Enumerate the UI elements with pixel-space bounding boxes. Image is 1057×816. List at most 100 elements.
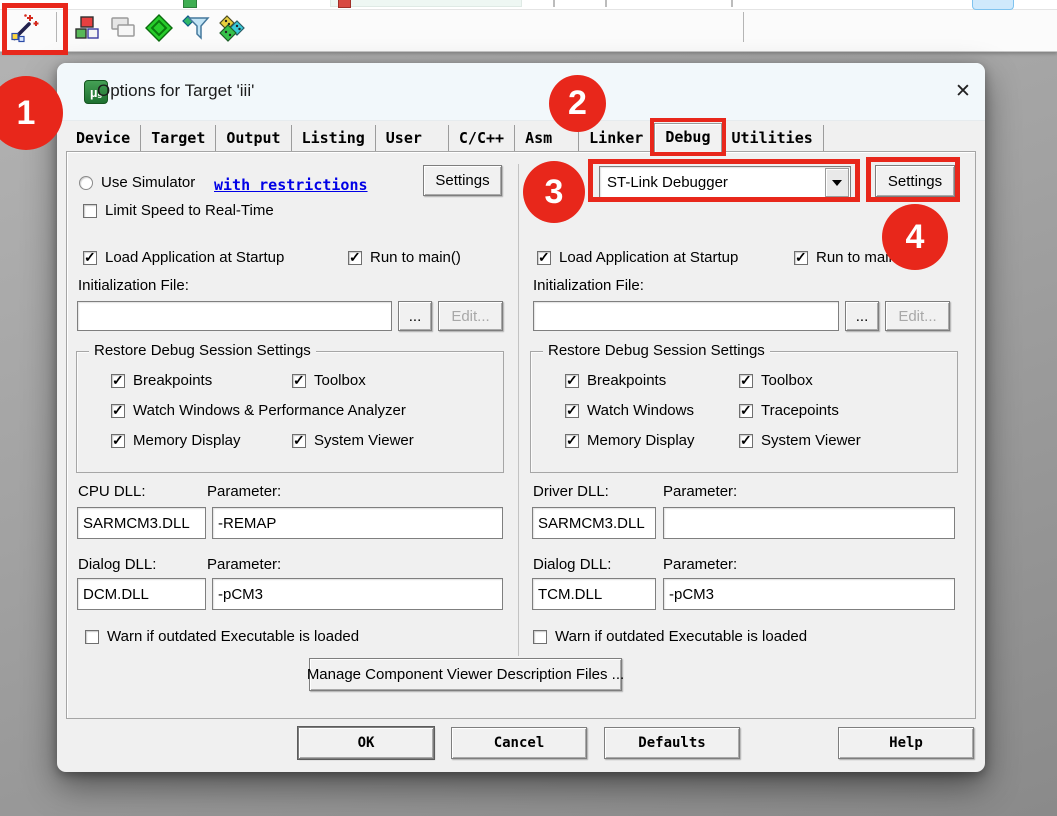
annotation-step-2-badge: 2 [549,75,606,132]
toolbar-fragment-red [338,0,351,8]
cancel-button[interactable]: Cancel [451,727,587,759]
annotation-rect-settings-button [866,157,960,202]
sim-warn-checkbox-row[interactable]: Warn if outdated Executable is loaded [85,628,359,645]
toolbar-highlighted-button-fragment[interactable] [972,0,1014,10]
annotation-step-2-number: 2 [568,84,587,123]
dbg-dialog-parameter-input[interactable] [663,578,955,610]
dbg-system-viewer-checkbox-row[interactable]: System Viewer [739,432,861,449]
close-icon[interactable]: ✕ [951,79,975,103]
dbg-load-app-checkbox-row[interactable]: Load Application at Startup [537,249,738,266]
cpu-parameter-label: Parameter: [207,483,281,500]
dbg-toolbox-label: Toolbox [761,372,813,389]
sim-run-to-main-label: Run to main() [370,249,461,266]
tab-device[interactable]: Device [66,125,141,152]
sim-run-to-main-checkbox-row[interactable]: Run to main() [348,249,461,266]
defaults-button[interactable]: Defaults [604,727,740,759]
tab-ccpp[interactable]: C/C++ [449,125,515,152]
sim-breakpoints-checkbox-row[interactable]: Breakpoints [111,372,212,389]
sim-toolbox-checkbox-row[interactable]: Toolbox [292,372,366,389]
dbg-system-viewer-checkbox[interactable] [739,434,753,448]
cpu-dll-label: CPU DLL: [78,483,146,500]
simulator-settings-button[interactable]: Settings [423,165,502,196]
tab-user[interactable]: User [376,125,449,152]
dbg-warn-checkbox[interactable] [533,630,547,644]
dbg-browse-button[interactable]: ... [845,301,879,331]
dbg-watch-checkbox-row[interactable]: Watch Windows [565,402,694,419]
pane-divider [518,164,519,656]
sim-watch-checkbox-row[interactable]: Watch Windows & Performance Analyzer [111,402,406,419]
sim-restore-session-group: Restore Debug Session Settings Breakpoin… [76,351,504,473]
dbg-memory-checkbox-row[interactable]: Memory Display [565,432,695,449]
dbg-watch-label: Watch Windows [587,402,694,419]
driver-dll-input[interactable] [532,507,656,539]
sim-dialog-parameter-label: Parameter: [207,556,281,573]
sim-warn-checkbox[interactable] [85,630,99,644]
tab-listing[interactable]: Listing [292,125,376,152]
annotation-step-4-number: 4 [906,218,925,257]
cpu-dll-input[interactable] [77,507,206,539]
sim-load-app-checkbox-row[interactable]: Load Application at Startup [83,249,284,266]
toolbar-fragment-light [330,0,522,7]
tab-utilities[interactable]: Utilities [722,125,824,152]
dbg-watch-checkbox[interactable] [565,404,579,418]
sim-system-viewer-checkbox-row[interactable]: System Viewer [292,432,414,449]
options-tabstrip: Device Target Output Listing User C/C++ … [66,124,824,152]
sim-edit-button[interactable]: Edit... [438,301,503,331]
toolbar-tick [731,0,733,7]
limit-speed-checkbox[interactable] [83,204,97,218]
dbg-warn-checkbox-row[interactable]: Warn if outdated Executable is loaded [533,628,807,645]
sim-init-file-input[interactable] [77,301,392,331]
dbg-breakpoints-checkbox-row[interactable]: Breakpoints [565,372,666,389]
dbg-tracepoints-checkbox[interactable] [739,404,753,418]
annotation-rect-toolbar-wand [2,3,68,55]
dbg-init-file-input[interactable] [533,301,839,331]
sim-breakpoints-label: Breakpoints [133,372,212,389]
dbg-dialog-parameter-label: Parameter: [663,556,737,573]
debug-tab-highlight-rect [650,118,725,156]
sim-system-viewer-checkbox[interactable] [292,434,306,448]
dbg-edit-button[interactable]: Edit... [885,301,950,331]
sim-browse-button[interactable]: ... [398,301,432,331]
dialog-titlebar[interactable]: µs Options for Target 'iii' ✕ [57,63,985,121]
sim-load-app-checkbox[interactable] [83,251,97,265]
with-restrictions-link[interactable]: with restrictions [214,176,368,194]
sim-memory-checkbox-row[interactable]: Memory Display [111,432,241,449]
green-diamond-icon[interactable] [143,12,175,44]
sim-toolbox-checkbox[interactable] [292,374,306,388]
tab-output[interactable]: Output [216,125,291,152]
limit-speed-checkbox-row[interactable]: Limit Speed to Real-Time [83,202,274,219]
software-packs-icon[interactable] [216,12,248,44]
dbg-memory-checkbox[interactable] [565,434,579,448]
filter-funnel-icon[interactable] [180,12,212,44]
sim-memory-label: Memory Display [133,432,241,449]
dbg-run-to-main-checkbox[interactable] [794,251,808,265]
dbg-load-app-checkbox[interactable] [537,251,551,265]
sim-memory-checkbox[interactable] [111,434,125,448]
use-simulator-radio[interactable] [79,176,93,190]
driver-parameter-input[interactable] [663,507,955,539]
tab-linker[interactable]: Linker [579,125,654,152]
dbg-toolbox-checkbox[interactable] [739,374,753,388]
manage-run-time-environment-icon[interactable] [71,12,103,44]
help-button[interactable]: Help [838,727,974,759]
dbg-tracepoints-checkbox-row[interactable]: Tracepoints [739,402,839,419]
cpu-parameter-input[interactable] [212,507,503,539]
toolbar-tick [605,0,607,7]
sim-watch-label: Watch Windows & Performance Analyzer [133,402,406,419]
tab-debug[interactable]: Debug [654,123,721,153]
windows-cascade-icon[interactable] [107,12,139,44]
dbg-toolbox-checkbox-row[interactable]: Toolbox [739,372,813,389]
manage-component-viewer-button[interactable]: Manage Component Viewer Description File… [309,658,622,691]
sim-breakpoints-checkbox[interactable] [111,374,125,388]
sim-dialog-parameter-input[interactable] [212,578,503,610]
sim-watch-checkbox[interactable] [111,404,125,418]
dbg-dialog-dll-input[interactable] [532,578,656,610]
sim-run-to-main-checkbox[interactable] [348,251,362,265]
tab-target[interactable]: Target [141,125,216,152]
limit-speed-label: Limit Speed to Real-Time [105,202,274,219]
sim-dialog-dll-input[interactable] [77,578,206,610]
ok-button[interactable]: OK [298,727,434,759]
dbg-breakpoints-checkbox[interactable] [565,374,579,388]
use-simulator-radio-row[interactable]: Use Simulator [79,174,195,191]
dbg-tracepoints-label: Tracepoints [761,402,839,419]
